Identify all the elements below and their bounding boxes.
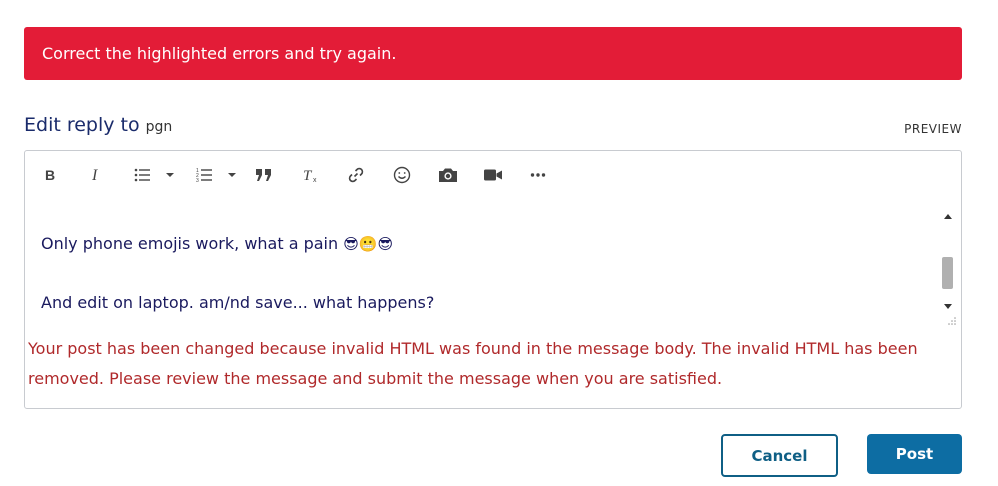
resize-handle[interactable]: [945, 311, 957, 325]
more-options-button[interactable]: [527, 163, 549, 187]
svg-text:T: T: [303, 168, 313, 183]
error-banner-message: Correct the highlighted errors and try a…: [42, 44, 397, 63]
page-title: Edit reply to pgn: [24, 114, 172, 136]
camera-icon: [439, 168, 457, 182]
content-line: Only phone emojis work, what a pain 😎😬😎: [41, 234, 393, 253]
content-text: Only phone emojis work, what a pain: [41, 234, 339, 253]
bold-icon: B: [45, 167, 55, 183]
svg-text:B: B: [45, 167, 55, 183]
numbered-list-icon: 1 2 3: [196, 168, 212, 183]
cancel-button[interactable]: Cancel: [721, 434, 838, 477]
insert-video-button[interactable]: [482, 163, 504, 187]
validation-message: Your post has been changed because inval…: [28, 339, 918, 388]
italic-button[interactable]: I: [85, 163, 107, 187]
quote-icon: [256, 169, 271, 181]
content-line: And edit on laptop. am/nd save... what h…: [41, 293, 435, 312]
more-icon: [530, 173, 546, 177]
error-banner: Correct the highlighted errors and try a…: [24, 27, 962, 80]
clear-format-button[interactable]: T x: [300, 163, 322, 187]
arrow-down-icon: [943, 303, 952, 309]
bold-button[interactable]: B: [39, 163, 61, 187]
bullet-list-button[interactable]: [133, 163, 153, 187]
smiley-icon: [393, 166, 411, 184]
insert-link-button[interactable]: [345, 163, 367, 187]
editor-toolbar: B I 1 2 3 T x: [25, 151, 961, 199]
numbered-list-dropdown[interactable]: [225, 163, 239, 187]
emoji-sequence: 😎😬😎: [343, 235, 394, 253]
editor-content[interactable]: Only phone emojis work, what a pain 😎😬😎 …: [25, 206, 937, 321]
preview-link[interactable]: PREVIEW: [904, 122, 962, 136]
svg-text:3: 3: [196, 178, 199, 183]
italic-icon: I: [91, 167, 98, 183]
scroll-thumb[interactable]: [942, 257, 953, 289]
svg-text:x: x: [313, 177, 317, 183]
post-button[interactable]: Post: [867, 434, 962, 474]
insert-photo-button[interactable]: [437, 163, 459, 187]
title-text: Edit reply to: [24, 114, 140, 136]
svg-text:I: I: [91, 167, 98, 183]
video-icon: [484, 169, 502, 181]
editor-scrollbar[interactable]: [940, 209, 955, 313]
caret-down-icon: [166, 173, 174, 177]
rich-text-editor[interactable]: B I 1 2 3 T x Only phone emojis work, wh…: [24, 150, 962, 409]
editor-header: Edit reply to pgn PREVIEW: [24, 114, 962, 142]
bullet-list-icon: [134, 168, 150, 182]
resize-grip-icon: [948, 317, 956, 325]
link-icon: [348, 167, 364, 183]
reply-target: pgn: [145, 119, 173, 135]
quote-button[interactable]: [253, 163, 275, 187]
bullet-list-dropdown[interactable]: [163, 163, 177, 187]
numbered-list-button[interactable]: 1 2 3: [195, 163, 215, 187]
arrow-up-icon: [943, 213, 952, 219]
clear-format-icon: T x: [303, 168, 317, 183]
scroll-up-button[interactable]: [940, 209, 955, 223]
emoji-button[interactable]: [391, 163, 413, 187]
caret-down-icon: [228, 173, 236, 177]
